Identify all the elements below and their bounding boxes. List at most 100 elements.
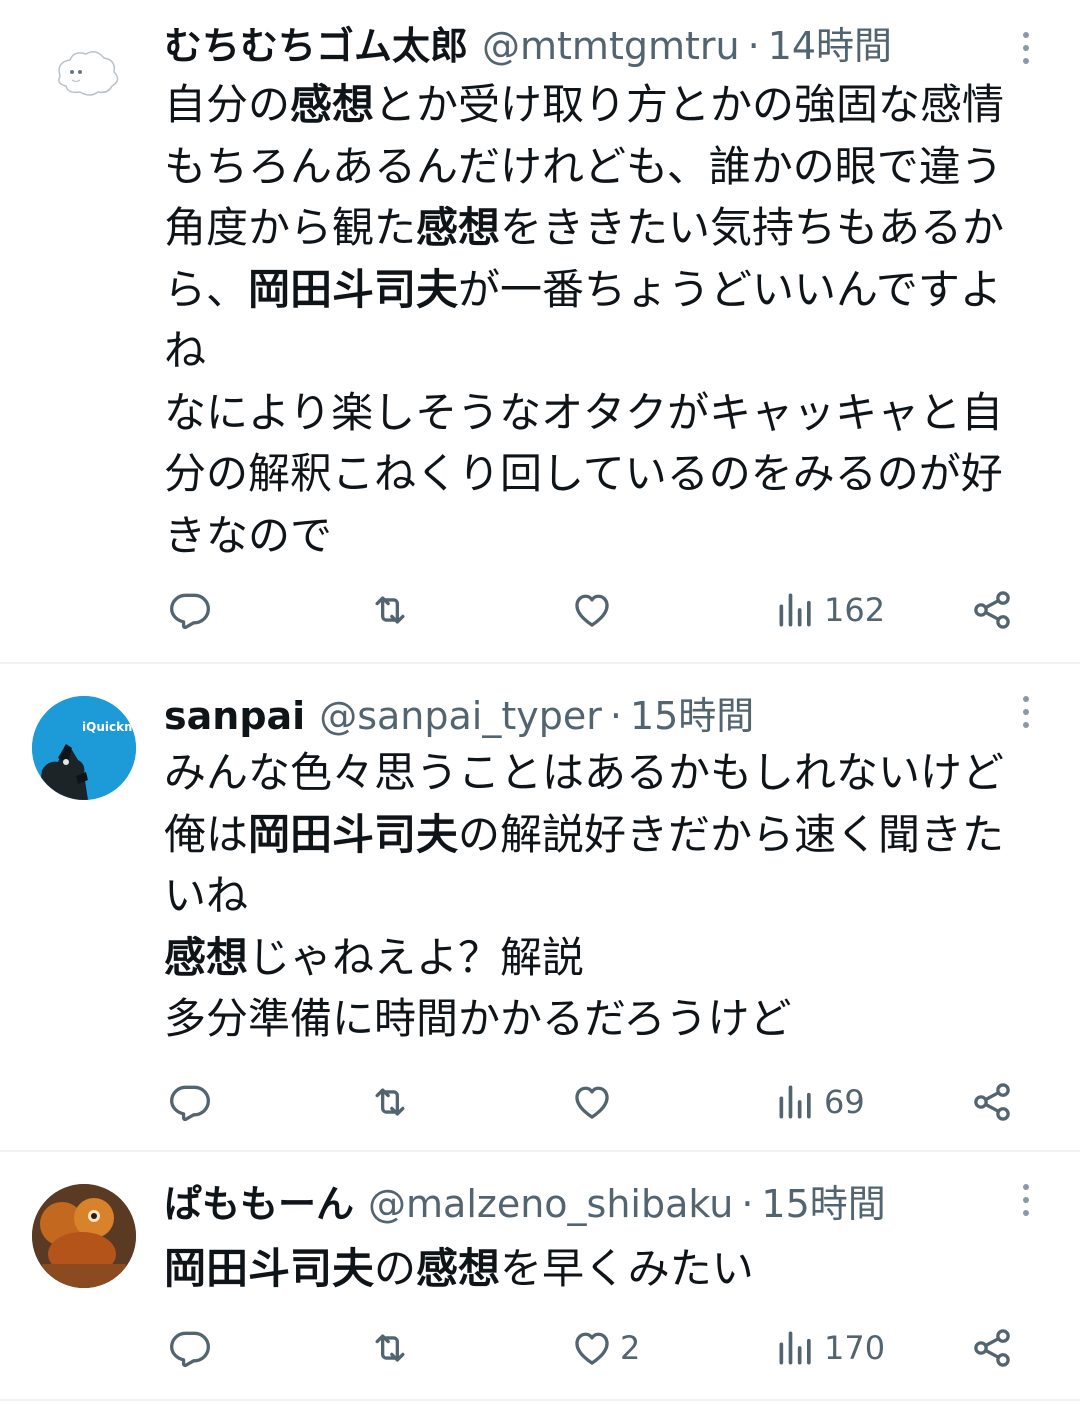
tweet-text-line: 多分準備に時間かかるだろうけど <box>164 988 1046 1050</box>
view-count: 162 <box>824 591 886 629</box>
retweet-button[interactable] <box>368 1072 412 1132</box>
display-name[interactable]: むちむちゴム太郎 <box>164 18 468 74</box>
text-segment: きなので <box>164 510 333 560</box>
avatar[interactable] <box>32 20 136 124</box>
tweet-text-line: ら、岡田斗司夫が一番ちょうどいいんですよ <box>164 259 1046 321</box>
views-chart-icon <box>779 593 811 627</box>
view-count: 170 <box>824 1329 886 1367</box>
timestamp[interactable]: 15時間 <box>630 688 754 744</box>
display-name[interactable]: ぱももーん <box>164 1176 354 1232</box>
like-count: 2 <box>620 1329 641 1367</box>
reply-icon <box>170 1331 210 1368</box>
tweet-header: sanpai @sanpai_typer · 15時間 <box>164 688 1000 744</box>
user-handle[interactable]: @malzeno_shibaku <box>368 1176 733 1232</box>
retweet-icon <box>375 596 405 624</box>
text-segment: とか受け取り方とかの強固な感情 <box>374 80 1005 129</box>
views-chart-icon <box>779 1085 811 1119</box>
text-segment: をききたい気持ちもあるか <box>500 203 1005 252</box>
text-segment: 俺は <box>164 809 249 859</box>
highlighted-keyword: 岡田斗司夫 <box>248 264 459 314</box>
text-segment: の <box>374 1244 417 1293</box>
share-button[interactable] <box>970 1072 1014 1132</box>
text-segment: 多分準備に時間かかるだろうけど <box>164 994 792 1043</box>
like-button[interactable]: 2 <box>570 1318 640 1378</box>
tweet-text: 岡田斗司夫の感想を早くみたい <box>164 1238 1046 1300</box>
share-icon <box>974 1083 1010 1121</box>
reply-button[interactable] <box>168 580 212 640</box>
text-segment: みんな色々思うことはあるかもしれないけど <box>164 748 1005 797</box>
reply-icon <box>170 593 210 630</box>
share-icon <box>974 1329 1010 1367</box>
views-button[interactable]: 170 <box>774 1318 885 1378</box>
tweet-text-line: もちろんあるんだけれども、誰かの眼で違う <box>164 136 1046 198</box>
view-count: 69 <box>824 1083 865 1121</box>
views-button[interactable]: 69 <box>774 1072 865 1132</box>
text-segment: もちろんあるんだけれども、誰かの眼で違う <box>164 141 1003 191</box>
text-segment: 分の解釈こねくり回しているのをみるのが好 <box>164 449 1003 498</box>
avatar-caption: iQuickm <box>82 720 136 734</box>
tweet-text-line: 角度から観た感想をききたい気持ちもあるか <box>164 197 1046 259</box>
more-vertical-icon[interactable] <box>1016 1180 1036 1220</box>
avatar-figure-image <box>32 1184 136 1288</box>
display-name[interactable]: sanpai <box>164 688 305 744</box>
highlighted-keyword: 感想 <box>290 80 375 129</box>
divider <box>0 1399 1080 1401</box>
tweet-text-line: いね <box>164 865 1046 927</box>
text-segment: を早くみたい <box>500 1244 754 1293</box>
text-segment: 角度から観た <box>164 203 417 252</box>
tweet-text-line: なにより楽しそうなオタクがキャッキャと自 <box>164 382 1046 444</box>
user-handle[interactable]: @sanpai_typer <box>319 688 602 744</box>
retweet-icon <box>375 1334 405 1362</box>
highlighted-keyword: 岡田斗司夫 <box>248 809 459 859</box>
more-vertical-icon[interactable] <box>1016 28 1036 68</box>
user-handle[interactable]: @mtmtgmtru <box>482 18 740 74</box>
avatar-sheep-drawing <box>32 20 136 124</box>
text-segment: の解説好きだから速く聞きた <box>458 809 1005 859</box>
tweet-actions: 69 <box>164 1072 1020 1132</box>
more-vertical-icon[interactable] <box>1016 692 1036 732</box>
text-segment: いね <box>164 871 249 920</box>
reply-button[interactable] <box>168 1072 212 1132</box>
retweet-button[interactable] <box>368 580 412 640</box>
timestamp[interactable]: 14時間 <box>768 18 892 74</box>
retweet-icon <box>375 1088 405 1116</box>
tweet-text-line: 分の解釈こねくり回しているのをみるのが好 <box>164 443 1046 505</box>
separator-dot: · <box>741 1182 754 1226</box>
text-segment: ら、 <box>164 264 249 314</box>
retweet-button[interactable] <box>368 1318 412 1378</box>
tweet-text-line: 俺は岡田斗司夫の解説好きだから速く聞きた <box>164 804 1046 866</box>
avatar[interactable]: iQuickm <box>32 696 136 800</box>
share-button[interactable] <box>970 580 1014 640</box>
separator-dot: · <box>747 24 760 68</box>
heart-icon <box>575 1332 609 1365</box>
highlighted-keyword: 感想 <box>164 932 249 982</box>
tweet[interactable]: むちむちゴム太郎 @mtmtgmtru · 14時間 自分の感想とか受け取り方と… <box>0 0 1080 662</box>
share-icon <box>974 591 1010 629</box>
tweet-text-line: ね <box>164 320 1046 382</box>
timestamp[interactable]: 15時間 <box>761 1176 885 1232</box>
heart-icon <box>575 594 609 627</box>
views-button[interactable]: 162 <box>774 580 885 640</box>
text-segment: が一番ちょうどいいんですよ <box>458 264 1002 314</box>
tweet-text: みんな色々思うことはあるかもしれないけど 俺は岡田斗司夫の解説好きだから速く聞きた… <box>164 742 1046 1050</box>
tweet-text-line: 感想じゃねえよ？解説 <box>164 927 1046 989</box>
tweet-feed: むちむちゴム太郎 @mtmtgmtru · 14時間 自分の感想とか受け取り方と… <box>0 0 1080 1411</box>
views-chart-icon <box>779 1331 811 1365</box>
tweet-text: 自分の感想とか受け取り方とかの強固な感情 もちろんあるんだけれども、誰かの眼で違う… <box>164 74 1046 566</box>
text-segment: じゃねえよ？解説 <box>248 932 585 982</box>
tweet[interactable]: iQuickm sanpai @sanpai_typer · 15時間 みんな色… <box>0 664 1080 1150</box>
highlighted-keyword: 岡田斗司夫 <box>164 1244 375 1293</box>
like-button[interactable] <box>570 580 620 640</box>
tweet[interactable]: ぱももーん @malzeno_shibaku · 15時間 岡田斗司夫の感想を早… <box>0 1152 1080 1399</box>
text-segment: 自分の <box>164 80 291 129</box>
tweet-actions: 162 <box>164 580 1020 640</box>
share-button[interactable] <box>970 1318 1014 1378</box>
tweet-text-line: 自分の感想とか受け取り方とかの強固な感情 <box>164 74 1046 136</box>
avatar[interactable] <box>32 1184 136 1288</box>
tweet-text-line: きなので <box>164 505 1046 567</box>
tweet-actions: 2 170 <box>164 1318 1020 1378</box>
like-button[interactable] <box>570 1072 620 1132</box>
separator-dot: · <box>609 694 622 738</box>
reply-button[interactable] <box>168 1318 212 1378</box>
tweet-text-line: みんな色々思うことはあるかもしれないけど <box>164 742 1046 804</box>
